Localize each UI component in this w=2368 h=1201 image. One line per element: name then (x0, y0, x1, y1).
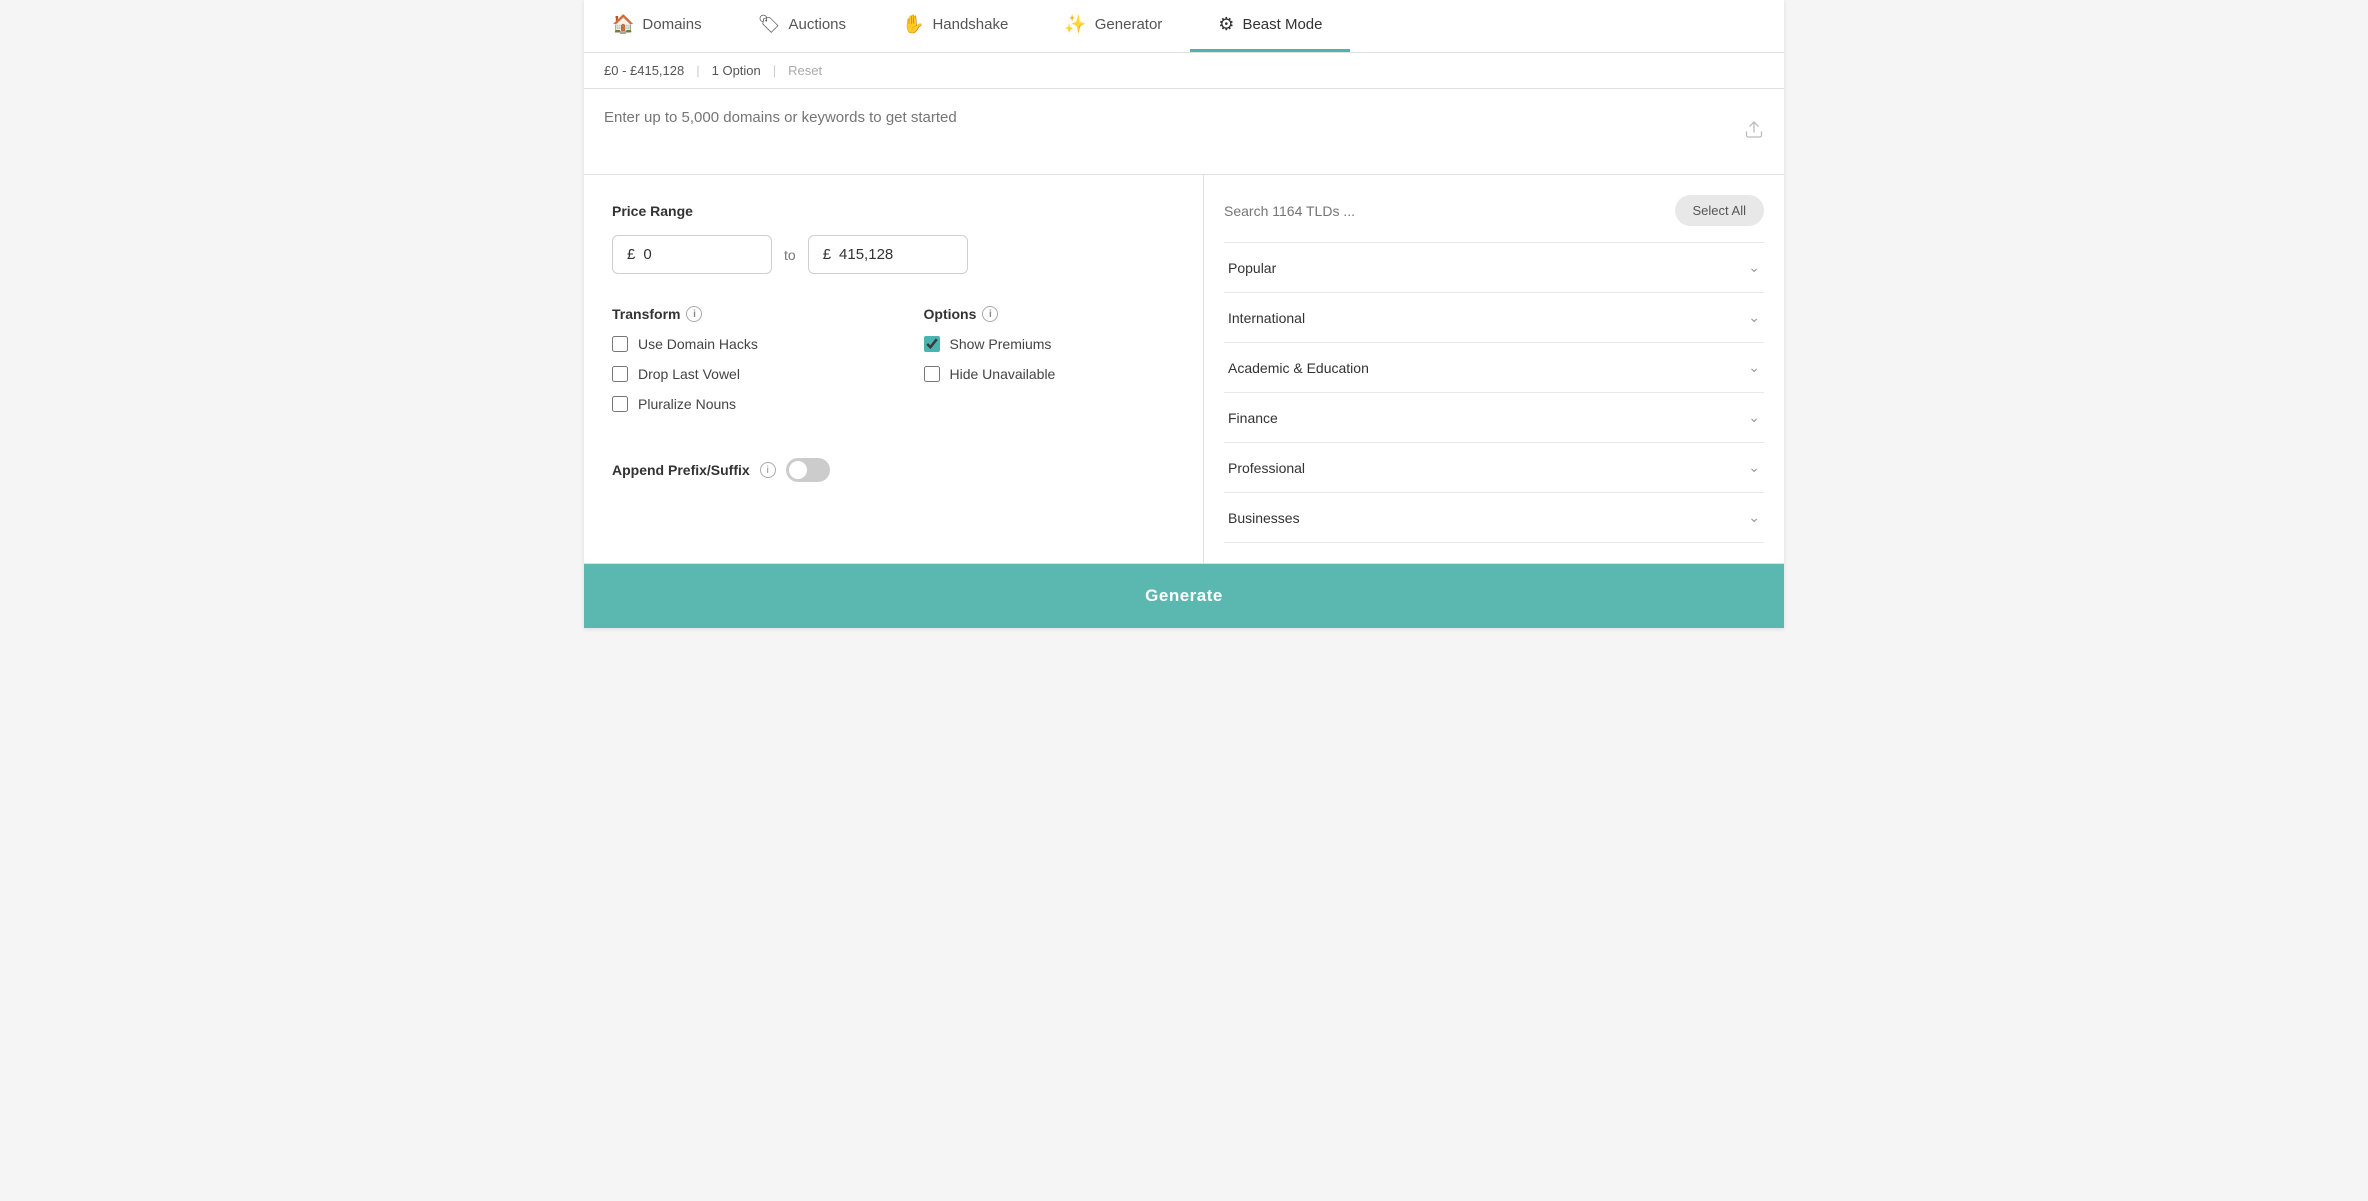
filter-bar: £0 - £415,128 | 1 Option | Reset (584, 53, 1784, 89)
tab-domains-label: Domains (642, 16, 701, 33)
tld-category-international: International ⌄ (1224, 293, 1764, 343)
hide-unavailable-label: Hide Unavailable (950, 366, 1056, 382)
show-premiums-item[interactable]: Show Premiums (924, 336, 1176, 352)
show-premiums-label: Show Premiums (950, 336, 1052, 352)
keyword-search-input[interactable] (604, 109, 1764, 149)
tabs-bar: 🏠 Domains 🏷 Auctions ✋ Handshake ✨ Gener… (584, 0, 1784, 53)
popular-chevron-icon: ⌄ (1748, 259, 1760, 276)
filter-separator: | (696, 63, 699, 78)
tab-handshake-label: Handshake (932, 16, 1008, 33)
handshake-icon: ✋ (902, 14, 924, 35)
app-container: 🏠 Domains 🏷 Auctions ✋ Handshake ✨ Gener… (584, 0, 1784, 628)
options-info-icon[interactable]: i (982, 306, 998, 322)
price-to-label: to (784, 247, 796, 263)
pluralize-nouns-item[interactable]: Pluralize Nouns (612, 396, 864, 412)
academic-chevron-icon: ⌄ (1748, 359, 1760, 376)
tab-auctions-label: Auctions (788, 16, 846, 33)
transform-label: Transform (612, 306, 680, 322)
tld-categories-list: Popular ⌄ International ⌄ Academic & Edu… (1224, 243, 1764, 543)
show-premiums-checkbox[interactable] (924, 336, 940, 352)
tld-category-businesses-label: Businesses (1228, 510, 1300, 526)
options-header: Options i (924, 306, 1176, 322)
transform-info-icon[interactable]: i (686, 306, 702, 322)
main-content: Price Range £ to £ (584, 175, 1784, 564)
tab-generator-label: Generator (1095, 16, 1163, 33)
tld-search-row: Select All (1224, 195, 1764, 226)
tld-category-professional: Professional ⌄ (1224, 443, 1764, 493)
generate-button[interactable]: Generate (584, 564, 1784, 628)
price-max-box: £ (808, 235, 968, 274)
tab-handshake[interactable]: ✋ Handshake (874, 0, 1036, 52)
price-max-input[interactable] (839, 246, 939, 263)
use-domain-hacks-label: Use Domain Hacks (638, 336, 758, 352)
hide-unavailable-item[interactable]: Hide Unavailable (924, 366, 1176, 382)
option-count-display: 1 Option (712, 63, 761, 78)
beast-mode-icon: ⚙ (1218, 14, 1234, 35)
transform-column: Transform i Use Domain Hacks Drop Last V… (612, 306, 864, 426)
tld-category-academic-label: Academic & Education (1228, 360, 1369, 376)
tab-beast-mode[interactable]: ⚙ Beast Mode (1190, 0, 1350, 52)
filter-separator-2: | (773, 63, 776, 78)
use-domain-hacks-checkbox[interactable] (612, 336, 628, 352)
upload-icon[interactable] (1744, 119, 1764, 144)
tld-category-academic: Academic & Education ⌄ (1224, 343, 1764, 393)
generator-icon: ✨ (1064, 14, 1086, 35)
tld-category-international-header[interactable]: International ⌄ (1224, 293, 1764, 342)
pluralize-nouns-checkbox[interactable] (612, 396, 628, 412)
tab-beast-mode-label: Beast Mode (1242, 16, 1322, 33)
drop-last-vowel-checkbox[interactable] (612, 366, 628, 382)
price-range-section: Price Range £ to £ (612, 203, 1175, 274)
options-column: Options i Show Premiums Hide Unavailable (924, 306, 1176, 426)
transform-header: Transform i (612, 306, 864, 322)
use-domain-hacks-item[interactable]: Use Domain Hacks (612, 336, 864, 352)
append-toggle[interactable] (786, 458, 830, 482)
transform-options-row: Transform i Use Domain Hacks Drop Last V… (612, 306, 1175, 426)
drop-last-vowel-item[interactable]: Drop Last Vowel (612, 366, 864, 382)
pluralize-nouns-label: Pluralize Nouns (638, 396, 736, 412)
search-area (584, 89, 1784, 175)
professional-chevron-icon: ⌄ (1748, 459, 1760, 476)
tld-category-popular-label: Popular (1228, 260, 1276, 276)
tld-category-businesses-header[interactable]: Businesses ⌄ (1224, 493, 1764, 542)
price-min-symbol: £ (627, 246, 635, 263)
hide-unavailable-checkbox[interactable] (924, 366, 940, 382)
price-min-input[interactable] (643, 246, 743, 263)
append-toggle-slider (786, 458, 830, 482)
tld-category-finance-header[interactable]: Finance ⌄ (1224, 393, 1764, 442)
append-info-icon[interactable]: i (760, 462, 776, 478)
select-all-button[interactable]: Select All (1675, 195, 1764, 226)
businesses-chevron-icon: ⌄ (1748, 509, 1760, 526)
left-panel: Price Range £ to £ (584, 175, 1204, 563)
tld-category-finance: Finance ⌄ (1224, 393, 1764, 443)
tld-category-academic-header[interactable]: Academic & Education ⌄ (1224, 343, 1764, 392)
tld-category-popular-header[interactable]: Popular ⌄ (1224, 243, 1764, 292)
auctions-icon: 🏷 (758, 14, 781, 35)
tld-category-professional-header[interactable]: Professional ⌄ (1224, 443, 1764, 492)
right-panel: Select All Popular ⌄ International ⌄ (1204, 175, 1784, 563)
domains-icon: 🏠 (612, 14, 634, 35)
price-max-symbol: £ (823, 246, 831, 263)
tld-category-businesses: Businesses ⌄ (1224, 493, 1764, 543)
tab-auctions[interactable]: 🏷 Auctions (730, 0, 874, 52)
options-label: Options (924, 306, 977, 322)
tld-category-international-label: International (1228, 310, 1305, 326)
price-min-box: £ (612, 235, 772, 274)
append-prefix-suffix-row: Append Prefix/Suffix i (612, 458, 1175, 482)
international-chevron-icon: ⌄ (1748, 309, 1760, 326)
price-inputs-row: £ to £ (612, 235, 1175, 274)
price-range-label: Price Range (612, 203, 1175, 219)
tld-category-popular: Popular ⌄ (1224, 243, 1764, 293)
append-label: Append Prefix/Suffix (612, 462, 750, 478)
price-range-display: £0 - £415,128 (604, 63, 684, 78)
tab-domains[interactable]: 🏠 Domains (584, 0, 730, 52)
tld-category-finance-label: Finance (1228, 410, 1278, 426)
drop-last-vowel-label: Drop Last Vowel (638, 366, 740, 382)
tab-generator[interactable]: ✨ Generator (1036, 0, 1190, 52)
tld-category-professional-label: Professional (1228, 460, 1305, 476)
reset-button[interactable]: Reset (788, 63, 822, 78)
tld-search-input[interactable] (1224, 199, 1663, 223)
finance-chevron-icon: ⌄ (1748, 409, 1760, 426)
